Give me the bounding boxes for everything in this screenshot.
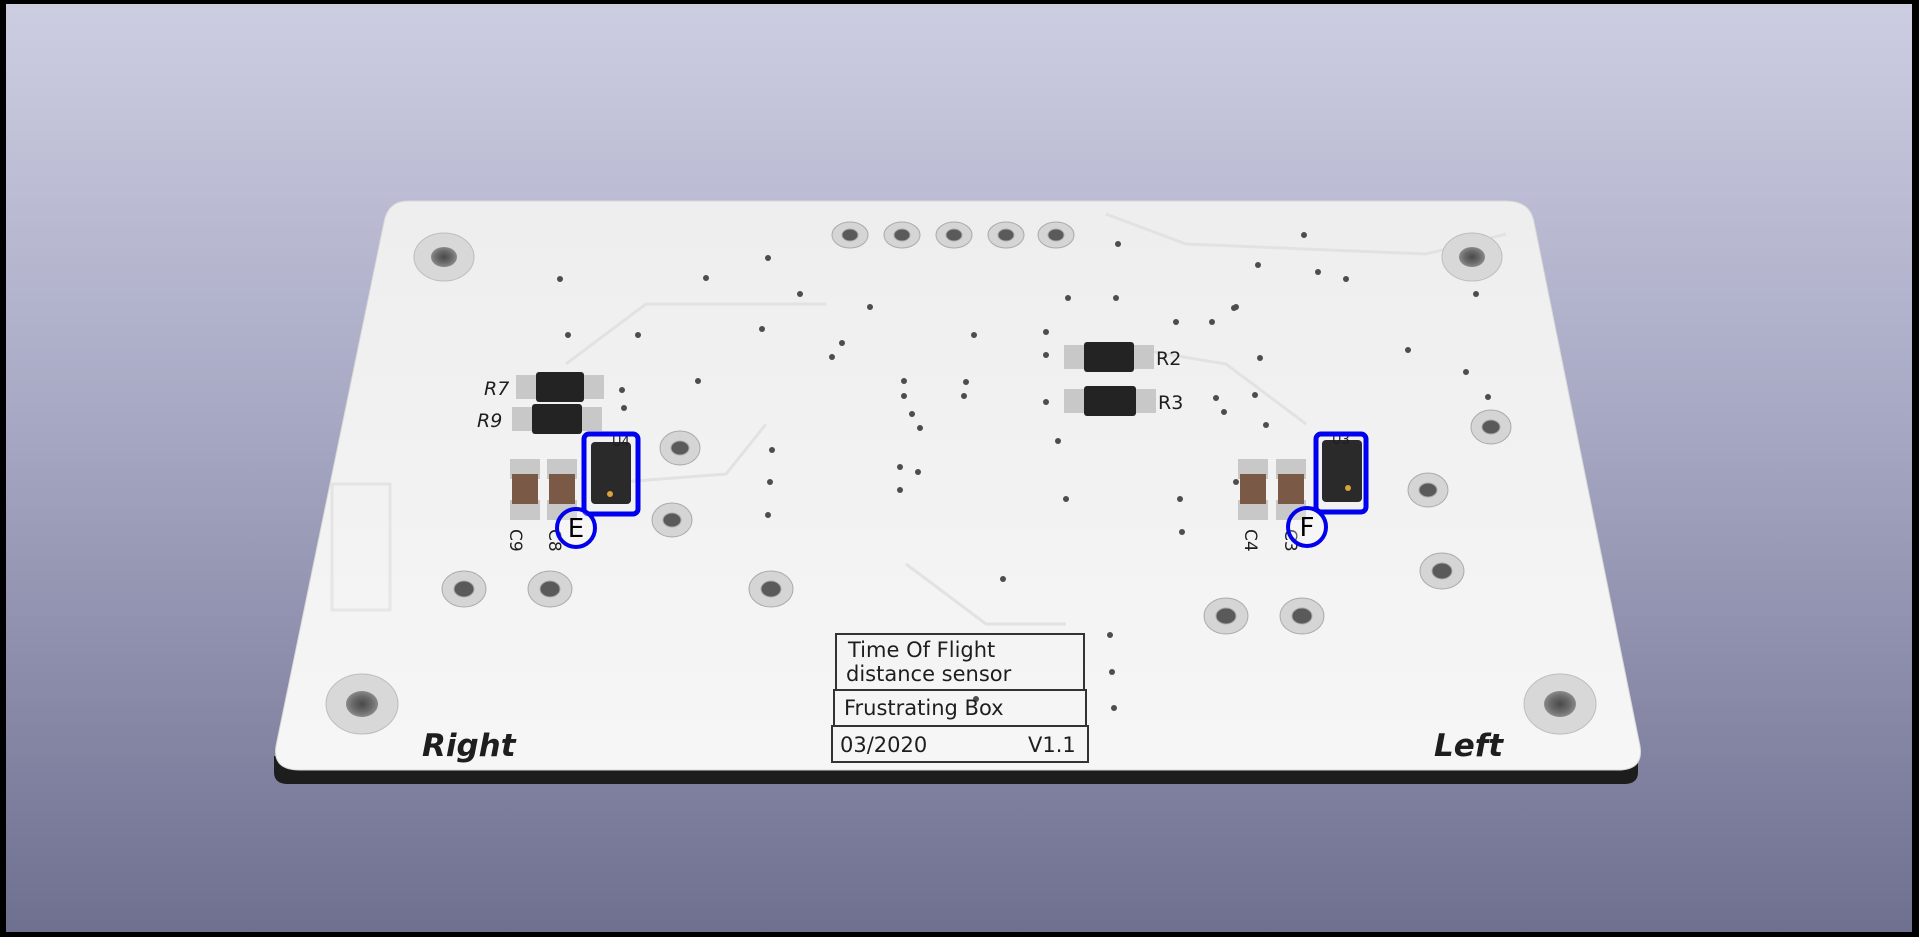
resistor-r7 (516, 372, 604, 402)
title-block-date: 03/2020 (840, 733, 927, 757)
capacitor-c9 (510, 459, 540, 520)
marker-label-e: E (568, 514, 584, 544)
marker-label-f: F (1300, 513, 1315, 543)
title-block-version: V1.1 (1028, 733, 1076, 757)
resistor-r9 (512, 404, 602, 434)
mounting-hole-bottom-left-corner (1523, 673, 1597, 735)
ref-label-c4: C4 (1240, 529, 1260, 552)
mounting-hole-top-left-corner (1441, 232, 1503, 282)
ref-label-r7: R7 (484, 378, 509, 400)
ref-label-r2: R2 (1156, 348, 1181, 370)
mounting-hole-top-right-corner (413, 232, 475, 282)
title-block-line2: distance sensor (846, 662, 1012, 686)
mounting-hole-bottom-right-corner (325, 673, 399, 735)
title-block-line1: Time Of Flight (847, 638, 995, 662)
silk-label-left: Left (1434, 728, 1504, 764)
sensor-ic-u3 (1322, 440, 1362, 502)
title-block-project: Frustrating Box (844, 696, 1004, 720)
ref-label-c9: C9 (505, 529, 525, 552)
resistor-r2 (1064, 342, 1154, 372)
ref-label-u4: U4 (612, 435, 630, 450)
pcb-3d-view: R7 R9 R2 R3 C9 C8 C4 C3 U4 U3 Right Left… (274, 200, 1642, 784)
ref-label-r9: R9 (477, 410, 502, 432)
sensor-ic-u4 (591, 442, 631, 504)
3d-viewer-viewport[interactable]: R7 R9 R2 R3 C9 C8 C4 C3 U4 U3 Right Left… (6, 4, 1912, 932)
capacitor-c4 (1238, 459, 1268, 520)
silk-label-right: Right (422, 728, 517, 764)
ref-label-r3: R3 (1158, 392, 1183, 414)
resistor-r3 (1064, 386, 1156, 416)
